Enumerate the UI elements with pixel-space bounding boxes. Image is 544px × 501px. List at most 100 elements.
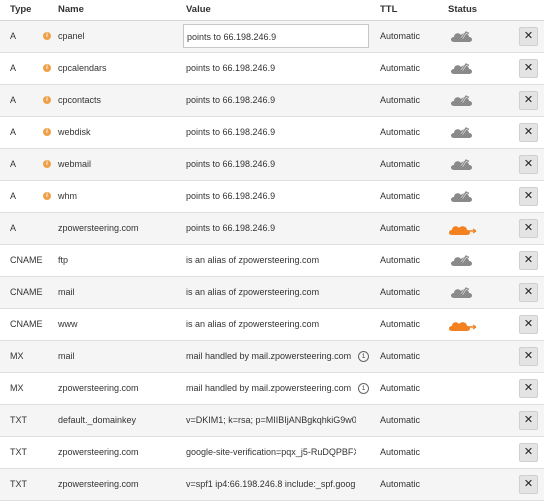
record-name[interactable]: default._domainkey (58, 405, 178, 436)
column-header-type[interactable]: Type (10, 4, 31, 15)
record-ttl[interactable]: Automatic (380, 181, 440, 212)
record-ttl[interactable]: Automatic (380, 405, 440, 436)
record-name[interactable]: zpowersteering.com (58, 213, 178, 244)
record-name[interactable]: zpowersteering.com (58, 469, 178, 500)
proxied-cloud-icon[interactable] (448, 220, 476, 237)
record-value[interactable]: points to 66.198.246.9 (186, 181, 356, 212)
dns-record-row[interactable]: MX zpowersteering.com mail handled by mail… (0, 373, 544, 405)
record-name[interactable]: zpowersteering.com (58, 437, 178, 468)
dns-only-cloud-icon[interactable] (448, 60, 476, 77)
delete-record-button[interactable]: ✕ (519, 283, 538, 302)
record-value[interactable]: is an alias of zpowersteering.com (186, 245, 356, 276)
record-ttl[interactable]: Automatic (380, 21, 440, 52)
dns-only-cloud-icon[interactable] (448, 92, 476, 109)
record-value[interactable]: is an alias of zpowersteering.com (186, 309, 356, 340)
record-value[interactable]: google-site-verification=pqx_j5-RuDQPBFX… (186, 437, 356, 468)
delete-record-button[interactable]: ✕ (519, 59, 538, 78)
record-name[interactable]: webmail (58, 149, 178, 180)
record-name[interactable]: webdisk (58, 117, 178, 148)
table-header: Type Name Value TTL Status (0, 0, 544, 21)
record-value[interactable]: points to 66.198.246.9 (186, 149, 356, 180)
record-value[interactable]: mail handled by mail.zpowersteering.com (186, 341, 356, 372)
warning-icon[interactable]: i (43, 64, 51, 72)
dns-record-row[interactable]: Ai webmail points to 66.198.246.9 Automatic… (0, 149, 544, 181)
record-name[interactable]: zpowersteering.com (58, 373, 178, 404)
delete-record-button[interactable]: ✕ (519, 91, 538, 110)
record-value[interactable]: is an alias of zpowersteering.com (186, 277, 356, 308)
record-name[interactable]: cpanel (58, 21, 178, 52)
proxied-cloud-icon[interactable] (448, 316, 476, 333)
record-name[interactable]: cpcontacts (58, 85, 178, 116)
dns-record-row[interactable]: CNAME ftp is an alias of zpowersteering.co… (0, 245, 544, 277)
column-header-name[interactable]: Name (58, 4, 84, 15)
warning-icon[interactable]: i (43, 96, 51, 104)
dns-record-row[interactable]: TXT zpowersteering.com google-site-verific… (0, 437, 544, 469)
record-ttl[interactable]: Automatic (380, 53, 440, 84)
dns-record-row[interactable]: Azpowersteering.com points to 66.198.246.… (0, 213, 544, 245)
record-name[interactable]: whm (58, 181, 178, 212)
delete-record-button[interactable]: ✕ (519, 251, 538, 270)
record-ttl[interactable]: Automatic (380, 437, 440, 468)
dns-record-row[interactable]: CNAME www is an alias of zpowersteering.co… (0, 309, 544, 341)
record-name[interactable]: cpcalendars (58, 53, 178, 84)
dns-record-row[interactable]: Ai cpcontacts points to 66.198.246.9 Automa… (0, 85, 544, 117)
dns-record-row[interactable]: Ai cpcalendars points to 66.198.246.9 Autom… (0, 53, 544, 85)
delete-record-button[interactable]: ✕ (519, 411, 538, 430)
record-ttl[interactable]: Automatic (380, 341, 440, 372)
record-ttl[interactable]: Automatic (380, 85, 440, 116)
dns-only-cloud-icon[interactable] (448, 124, 476, 141)
record-value[interactable]: points to 66.198.246.9 (183, 24, 369, 48)
record-value[interactable]: v=spf1 ip4:66.198.246.8 include:_spf.goo… (186, 469, 356, 500)
priority-info-icon[interactable]: 1 (358, 383, 369, 394)
record-ttl[interactable]: Automatic (380, 245, 440, 276)
record-value[interactable]: points to 66.198.246.9 (186, 53, 356, 84)
record-ttl[interactable]: Automatic (380, 277, 440, 308)
record-ttl[interactable]: Automatic (380, 469, 440, 500)
delete-record-button[interactable]: ✕ (519, 219, 538, 238)
dns-record-row[interactable]: TXT zpowersteering.com v=spf1 ip4:66.198.2… (0, 469, 544, 501)
record-value[interactable]: v=DKIM1; k=rsa; p=MIIBIjANBgkqhkiG9w0BA.… (186, 405, 356, 436)
dns-only-cloud-icon[interactable] (448, 188, 476, 205)
priority-info-icon[interactable]: 1 (358, 351, 369, 362)
record-value[interactable]: mail handled by mail.zpowersteering.com (186, 373, 356, 404)
delete-record-button[interactable]: ✕ (519, 347, 538, 366)
record-ttl[interactable]: Automatic (380, 149, 440, 180)
record-name[interactable]: www (58, 309, 178, 340)
dns-record-row[interactable]: CNAME mail is an alias of zpowersteering.c… (0, 277, 544, 309)
dns-record-row[interactable]: Ai cpanel points to 66.198.246.9 Automatic ✕ (0, 21, 544, 53)
column-header-status[interactable]: Status (448, 4, 477, 15)
warning-icon[interactable]: i (43, 160, 51, 168)
delete-record-button[interactable]: ✕ (519, 123, 538, 142)
dns-record-row[interactable]: TXT default._domainkey v=DKIM1; k=rsa; p=M… (0, 405, 544, 437)
record-value[interactable]: points to 66.198.246.9 (186, 85, 356, 116)
dns-only-cloud-icon[interactable] (448, 156, 476, 173)
record-type: TXT (10, 415, 27, 425)
record-ttl[interactable]: Automatic (380, 117, 440, 148)
delete-record-button[interactable]: ✕ (519, 475, 538, 494)
record-ttl[interactable]: Automatic (380, 373, 440, 404)
dns-only-cloud-icon[interactable] (448, 252, 476, 269)
dns-record-row[interactable]: MX mail mail handled by mail.zpowersteerin… (0, 341, 544, 373)
dns-record-row[interactable]: Ai whm points to 66.198.246.9 Automatic ✕ (0, 181, 544, 213)
column-header-value[interactable]: Value (186, 4, 211, 15)
record-value[interactable]: points to 66.198.246.9 (186, 117, 356, 148)
dns-only-cloud-icon[interactable] (448, 284, 476, 301)
record-value[interactable]: points to 66.198.246.9 (186, 213, 356, 244)
delete-record-button[interactable]: ✕ (519, 315, 538, 334)
record-name[interactable]: mail (58, 277, 178, 308)
column-header-ttl[interactable]: TTL (380, 4, 397, 15)
dns-record-row[interactable]: Ai webdisk points to 66.198.246.9 Automatic… (0, 117, 544, 149)
delete-record-button[interactable]: ✕ (519, 187, 538, 206)
record-ttl[interactable]: Automatic (380, 213, 440, 244)
delete-record-button[interactable]: ✕ (519, 155, 538, 174)
dns-only-cloud-icon[interactable] (448, 28, 476, 45)
warning-icon[interactable]: i (43, 32, 51, 40)
delete-record-button[interactable]: ✕ (519, 379, 538, 398)
delete-record-button[interactable]: ✕ (519, 443, 538, 462)
record-ttl[interactable]: Automatic (380, 309, 440, 340)
warning-icon[interactable]: i (43, 192, 51, 200)
delete-record-button[interactable]: ✕ (519, 27, 538, 46)
record-name[interactable]: mail (58, 341, 178, 372)
record-name[interactable]: ftp (58, 245, 178, 276)
warning-icon[interactable]: i (43, 128, 51, 136)
